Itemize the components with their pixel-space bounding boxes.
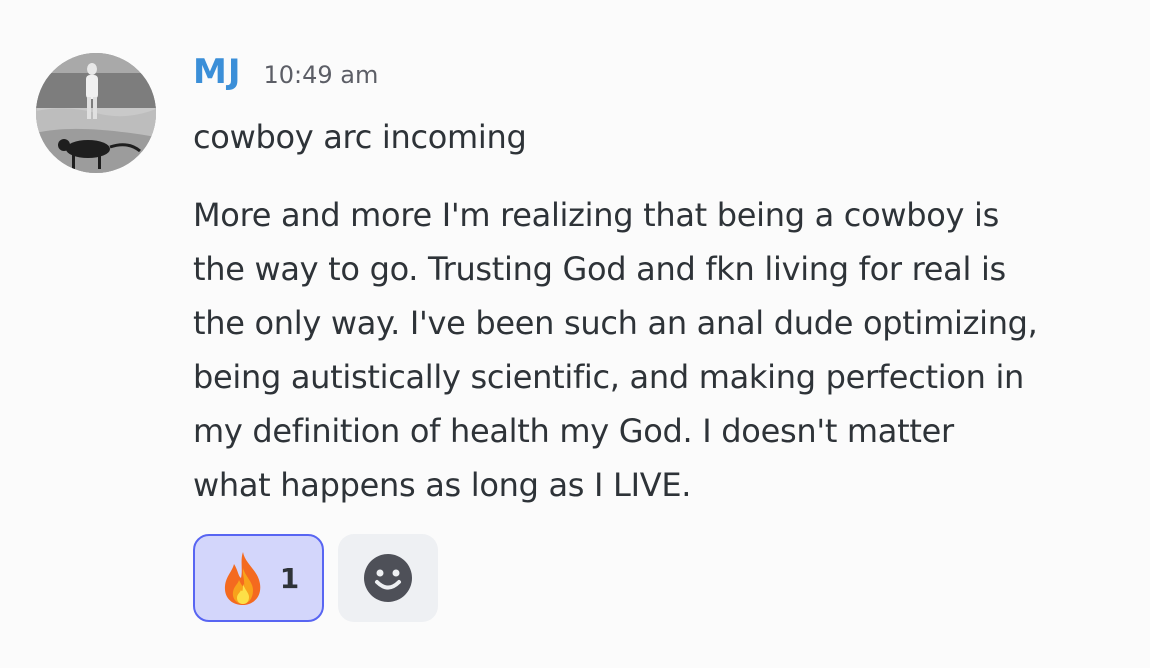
message-body-line: the only way. I've been such an anal dud…: [193, 304, 1038, 342]
message-body-line: More and more I'm realizing that being a…: [193, 196, 1000, 234]
reactions-bar: 1: [193, 534, 438, 622]
message-body-line: what happens as long as I LIVE.: [193, 466, 692, 504]
avatar[interactable]: [36, 53, 156, 173]
fire-reaction-button[interactable]: 1: [193, 534, 324, 622]
avatar-photo: [36, 53, 156, 173]
fire-icon: [224, 552, 261, 605]
message-body-line: the way to go. Trusting God and fkn livi…: [193, 250, 1006, 288]
message-body: More and more I'm realizing that being a…: [193, 188, 1138, 512]
chat-message: MJ 10:49 am cowboy arc incoming More and…: [0, 0, 1150, 668]
reaction-count: 1: [279, 561, 300, 595]
smiley-add-reaction-icon: [364, 554, 412, 602]
message-timestamp: 10:49 am: [263, 61, 379, 89]
message-body-line: my definition of health my God. I doesn'…: [193, 412, 954, 450]
message-line-title: cowboy arc incoming: [193, 118, 527, 156]
add-reaction-button[interactable]: [338, 534, 438, 622]
message-body-line: being autistically scientific, and makin…: [193, 358, 1025, 396]
message-header: MJ 10:49 am: [193, 52, 378, 102]
author-name[interactable]: MJ: [193, 52, 241, 92]
